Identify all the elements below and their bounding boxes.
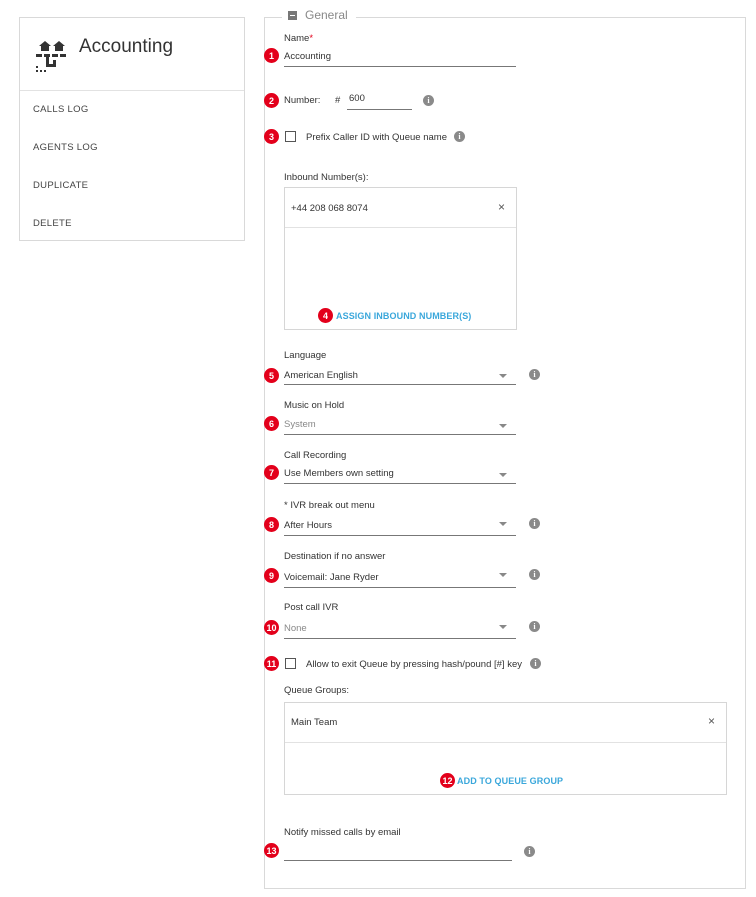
badge-8: 8 xyxy=(264,517,279,532)
number-info-icon[interactable]: i xyxy=(423,95,434,106)
dest-select[interactable]: Voicemail: Jane Ryder xyxy=(284,566,516,588)
chevron-down-icon xyxy=(499,625,507,629)
chevron-down-icon xyxy=(499,473,507,477)
inbound-box: +44 208 068 8074 × xyxy=(284,187,517,330)
legend-label: General xyxy=(305,8,348,22)
add-queue-group-link[interactable]: ADD TO QUEUE GROUP xyxy=(457,776,563,786)
inbound-label: Inbound Number(s): xyxy=(284,172,369,183)
notify-email-field[interactable] xyxy=(284,842,512,861)
badge-1: 1 xyxy=(264,48,279,63)
queue-title: Accounting xyxy=(79,36,174,57)
ivr-select[interactable]: After Hours xyxy=(284,515,516,536)
number-field[interactable]: 600 xyxy=(347,91,412,110)
post-ivr-label: Post call IVR xyxy=(284,602,339,613)
inbound-number: +44 208 068 8074 xyxy=(291,203,368,214)
chevron-down-icon xyxy=(499,374,507,378)
chevron-down-icon xyxy=(499,522,507,526)
badge-4: 4 xyxy=(318,308,333,323)
exit-checkbox[interactable] xyxy=(285,658,296,669)
inbound-row: +44 208 068 8074 × xyxy=(285,188,516,228)
chevron-down-icon xyxy=(499,424,507,428)
general-legend[interactable]: General xyxy=(282,8,356,22)
ivr-label: * IVR break out menu xyxy=(284,500,375,511)
number-prefix: # xyxy=(335,95,341,106)
ivr-info-icon[interactable]: i xyxy=(529,518,540,529)
exit-info-icon[interactable]: i xyxy=(530,658,541,669)
badge-2: 2 xyxy=(264,93,279,108)
badge-9: 9 xyxy=(264,568,279,583)
recording-value: Use Members own setting xyxy=(284,468,394,479)
badge-5: 5 xyxy=(264,368,279,383)
recording-label: Call Recording xyxy=(284,450,347,461)
recording-select[interactable]: Use Members own setting xyxy=(284,464,516,484)
required-marker: * xyxy=(309,33,314,44)
prefix-info-icon[interactable]: i xyxy=(454,131,465,142)
name-field[interactable]: Accounting xyxy=(284,49,516,67)
post-ivr-select[interactable]: None xyxy=(284,617,516,639)
post-ivr-value: None xyxy=(284,623,307,634)
remove-inbound-icon[interactable]: × xyxy=(498,200,505,214)
menu-delete[interactable]: DELETE xyxy=(33,218,72,229)
badge-11: 11 xyxy=(264,656,279,671)
number-label: Number: xyxy=(284,95,321,106)
notify-info-icon[interactable]: i xyxy=(524,846,535,857)
queue-card: Accounting CALLS LOG AGENTS LOG DUPLICAT… xyxy=(19,17,245,241)
groups-label: Queue Groups: xyxy=(284,685,349,696)
badge-12: 12 xyxy=(440,773,455,788)
queue-icon xyxy=(36,41,66,72)
prefix-checkbox[interactable] xyxy=(285,131,296,142)
badge-6: 6 xyxy=(264,416,279,431)
name-value: Accounting xyxy=(284,51,332,62)
menu-agents-log[interactable]: AGENTS LOG xyxy=(33,142,98,153)
menu-duplicate[interactable]: DUPLICATE xyxy=(33,180,88,191)
badge-3: 3 xyxy=(264,129,279,144)
remove-group-icon[interactable]: × xyxy=(708,714,715,728)
menu-calls-log[interactable]: CALLS LOG xyxy=(33,104,89,115)
moh-label: Music on Hold xyxy=(284,400,345,411)
ivr-value: After Hours xyxy=(284,520,333,531)
group-name: Main Team xyxy=(291,717,338,728)
post-ivr-info-icon[interactable]: i xyxy=(529,621,540,632)
dest-label: Destination if no answer xyxy=(284,551,386,562)
badge-13: 13 xyxy=(264,843,279,858)
collapse-icon[interactable] xyxy=(288,10,297,20)
language-label: Language xyxy=(284,350,327,361)
language-info-icon[interactable]: i xyxy=(529,369,540,380)
assign-inbound-link[interactable]: ASSIGN INBOUND NUMBER(S) xyxy=(336,311,471,321)
prefix-label: Prefix Caller ID with Queue name xyxy=(306,132,447,143)
moh-value: System xyxy=(284,419,316,430)
group-row: Main Team × xyxy=(285,703,726,743)
moh-select[interactable]: System xyxy=(284,415,516,435)
chevron-down-icon xyxy=(499,573,507,577)
language-value: American English xyxy=(284,370,358,381)
badge-10: 10 xyxy=(264,620,279,635)
queue-card-header: Accounting xyxy=(20,18,244,91)
number-value: 600 xyxy=(349,93,365,104)
language-select[interactable]: American English xyxy=(284,366,516,385)
notify-label: Notify missed calls by email xyxy=(284,827,401,838)
dest-info-icon[interactable]: i xyxy=(529,569,540,580)
exit-label: Allow to exit Queue by pressing hash/pou… xyxy=(306,659,522,670)
name-label: Name* xyxy=(284,33,314,44)
dest-value: Voicemail: Jane Ryder xyxy=(284,572,379,583)
badge-7: 7 xyxy=(264,465,279,480)
